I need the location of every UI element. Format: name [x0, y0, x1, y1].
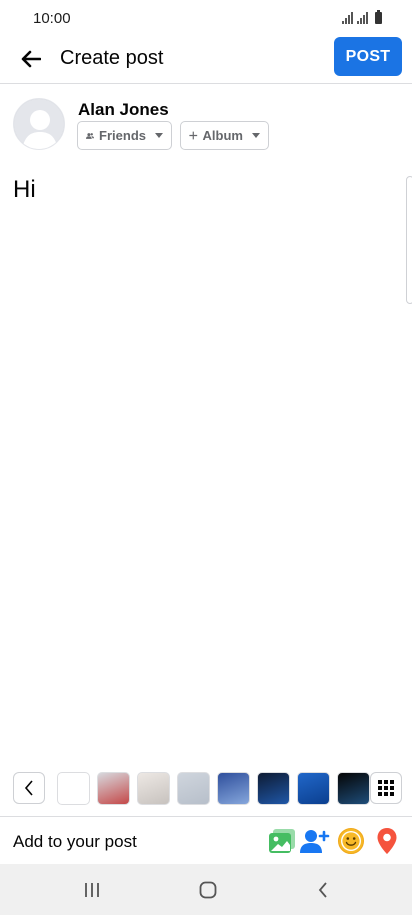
strip-previous-button[interactable] — [13, 772, 45, 804]
chevron-down-icon — [155, 133, 163, 138]
chevron-down-icon — [252, 133, 260, 138]
recents-icon — [85, 883, 99, 897]
user-name: Alan Jones — [78, 100, 169, 119]
back-button[interactable] — [14, 42, 48, 76]
header: Create post POST — [0, 36, 412, 84]
gallery-grid-button[interactable] — [370, 772, 402, 804]
plus-icon — [189, 131, 198, 140]
post-text-input[interactable]: Hi — [13, 176, 36, 204]
tag-people-icon — [300, 830, 330, 853]
post-button[interactable]: POST — [334, 37, 402, 76]
feeling-button[interactable] — [336, 826, 366, 856]
location-icon — [377, 828, 397, 854]
thumbnail-feathers[interactable] — [137, 772, 170, 805]
thumbnail-dark-circle[interactable] — [337, 772, 370, 805]
feeling-icon — [338, 828, 364, 854]
thumbnail-airplane[interactable] — [97, 772, 130, 805]
add-to-post-label: Add to your post — [13, 832, 137, 851]
thumbnail-ocean[interactable] — [297, 772, 330, 805]
friends-icon — [86, 132, 95, 139]
avatar[interactable] — [13, 98, 65, 150]
location-button[interactable] — [372, 826, 402, 856]
back-arrow-icon — [21, 50, 41, 68]
scroll-handle[interactable] — [406, 176, 412, 304]
signal-icon-2 — [357, 12, 368, 24]
status-time: 10:00 — [33, 10, 71, 27]
status-bar: 10:00 — [0, 0, 412, 36]
tag-people-button[interactable] — [300, 826, 330, 856]
album-label: Album — [202, 128, 243, 143]
home-icon — [199, 881, 217, 899]
thumbnail-waves[interactable] — [257, 772, 290, 805]
album-selector[interactable]: Album — [180, 121, 269, 150]
status-icons — [342, 10, 382, 24]
add-to-post-bar: Add to your post — [0, 816, 412, 864]
signal-icon — [342, 12, 353, 24]
home-button[interactable] — [188, 876, 228, 904]
media-strip — [0, 770, 412, 808]
back-nav-button[interactable] — [303, 876, 343, 904]
audience-selector[interactable]: Friends — [77, 121, 172, 150]
recents-button[interactable] — [72, 876, 112, 904]
thumbnail-grey[interactable] — [177, 772, 210, 805]
battery-icon — [375, 10, 382, 24]
default-avatar-icon — [14, 99, 64, 149]
chevron-left-icon — [318, 882, 327, 898]
page-title: Create post — [60, 47, 164, 69]
audience-label: Friends — [99, 128, 146, 143]
thumbnail-blank[interactable] — [57, 772, 90, 805]
photo-icon — [269, 829, 295, 853]
grid-icon — [378, 780, 394, 796]
photo-button[interactable] — [267, 826, 297, 856]
system-nav-bar — [0, 864, 412, 915]
chevron-left-icon — [24, 780, 33, 796]
thumbnail-surfer[interactable] — [217, 772, 250, 805]
